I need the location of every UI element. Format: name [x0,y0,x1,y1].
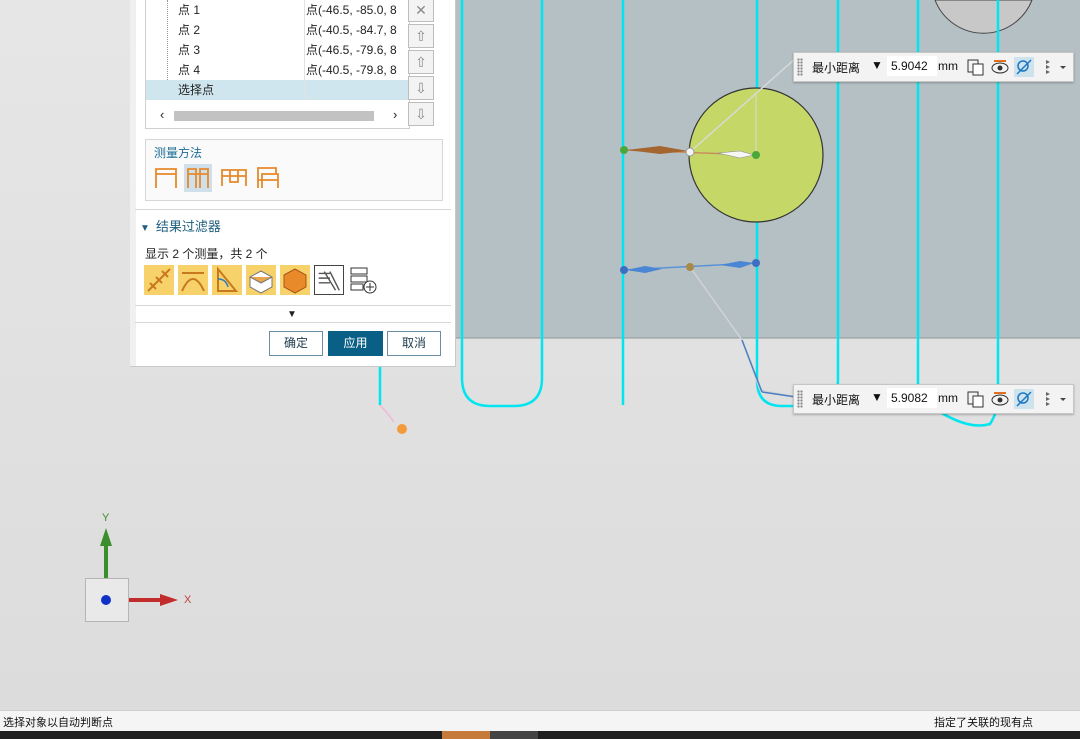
filter-volume-icon[interactable] [280,265,310,295]
list-item[interactable]: 点 4 点(-40.5, -79.8, 8 [146,60,408,80]
scroll-right-icon[interactable]: › [393,107,397,122]
list-item-select-point[interactable]: 选择点 [146,80,408,100]
filter-distance-icon[interactable] [144,265,174,295]
scrollbar-thumb[interactable] [174,111,374,121]
list-item[interactable]: 点 2 点(-40.5, -84.7, 8 [146,20,408,40]
orange-point [397,424,407,434]
triad-x-label: X [184,594,192,606]
dim2-mid [686,263,694,271]
point-name: 选择点 [178,83,215,97]
cancel-button[interactable]: 取消 [387,331,441,356]
dim1-mid [685,147,695,157]
result-filter-title: 结果过滤器 [155,219,221,234]
move-to-bottom-icon[interactable]: ⇩ [408,102,434,126]
chevron-down-icon[interactable]: ▼ [871,58,883,72]
dim2-end-right [752,259,760,267]
section-divider [135,209,451,210]
filter-area-icon[interactable] [246,265,276,295]
point-name: 点 4 [178,63,201,77]
triad-origin-dot [101,595,111,605]
point-coord [306,80,408,100]
dim2-end-left [620,266,628,274]
taskbar [0,731,1080,739]
drag-handle-icon[interactable] [797,58,803,76]
visibility-eye-icon[interactable] [990,57,1010,77]
measure-method-title: 测量方法 [154,146,203,160]
horizontal-scrollbar[interactable]: ‹ › [158,107,406,124]
label-menu-icon[interactable] [1040,56,1070,78]
filter-angle-icon[interactable] [212,265,242,295]
copy-to-clipboard-icon[interactable] [966,389,986,409]
point-name: 点 1 [178,3,201,17]
move-to-top-icon[interactable]: ⇧ [408,24,434,48]
point-coord: 点(-46.5, -79.6, 8 [306,43,397,57]
curve-hook [379,368,395,423]
measurement-type[interactable]: 最小距离 [812,391,860,408]
list-item[interactable]: 点 1 点(-46.5, -85.0, 8 [146,0,408,20]
triad-y-label: Y [102,512,110,524]
dim1-end-left [620,146,628,154]
method-stacked-icon[interactable] [254,164,282,192]
measurement-unit: mm [938,391,958,405]
taskbar-item-active[interactable] [442,731,490,739]
status-bar: 选择对象以自动判断点 指定了关联的现有点 [0,710,1080,731]
filter-list-icon[interactable] [314,265,344,295]
section-divider [135,305,451,306]
ok-button[interactable]: 确定 [269,331,323,356]
list-item[interactable]: 点 3 点(-46.5, -79.6, 8 [146,40,408,60]
more-options-icon[interactable]: ▼ [287,309,297,320]
result-filter-header[interactable]: ▼ 结果过滤器 [140,216,221,235]
measurement-label-2[interactable]: 最小距离 ▼ 5.9082 mm [793,384,1074,414]
scroll-left-icon[interactable]: ‹ [160,107,164,122]
move-up-icon[interactable]: ⇧ [408,50,434,74]
leader-2-blue [741,339,763,393]
triad-x-arrow [160,594,178,606]
measurement-value[interactable]: 5.9042 [887,56,937,76]
point-coord: 点(-46.5, -85.0, 8 [306,3,397,17]
point-list[interactable]: 点 1 点(-46.5, -85.0, 8 点 2 点(-40.5, -84.7… [145,0,410,129]
copy-to-clipboard-icon[interactable] [966,57,986,77]
section-divider [135,322,451,323]
apply-button[interactable]: 应用 [328,331,383,356]
associate-icon[interactable] [1014,389,1034,409]
measurement-value[interactable]: 5.9082 [887,388,937,408]
move-down-icon[interactable]: ⇩ [408,76,434,100]
point-name: 点 3 [178,43,201,57]
measure-method-group: 测量方法 [145,139,443,201]
filter-arc-icon[interactable] [178,265,208,295]
point-coord: 点(-40.5, -79.8, 8 [306,63,397,77]
measurement-label-1[interactable]: 最小距离 ▼ 5.9042 mm [793,52,1074,82]
expand-triangle-icon[interactable]: ▼ [140,223,150,234]
leader-2-blue-b [761,391,797,398]
result-summary: 显示 2 个测量，共 2 个 [145,247,268,261]
drag-handle-icon[interactable] [797,390,803,408]
remove-icon[interactable]: ✕ [408,0,434,22]
dim1-end-right [752,151,760,159]
status-message: 指定了关联的现有点 [934,717,1033,729]
method-chain-icon[interactable] [220,164,248,192]
method-grouped-icon[interactable] [184,164,212,192]
point-coord: 点(-40.5, -84.7, 8 [306,23,397,37]
associate-icon[interactable] [1014,57,1034,77]
measurement-unit: mm [938,59,958,73]
taskbar-item[interactable] [490,731,538,739]
chevron-down-icon[interactable]: ▼ [871,390,883,404]
point-name: 点 2 [178,23,201,37]
measurement-type[interactable]: 最小距离 [812,59,860,76]
label-menu-icon[interactable] [1040,388,1070,410]
status-prompt: 选择对象以自动判断点 [3,717,113,729]
visibility-eye-icon[interactable] [990,389,1010,409]
method-parallel-icon[interactable] [152,164,180,192]
add-filter-icon[interactable] [348,265,378,295]
triad-y-arrow [100,528,112,546]
